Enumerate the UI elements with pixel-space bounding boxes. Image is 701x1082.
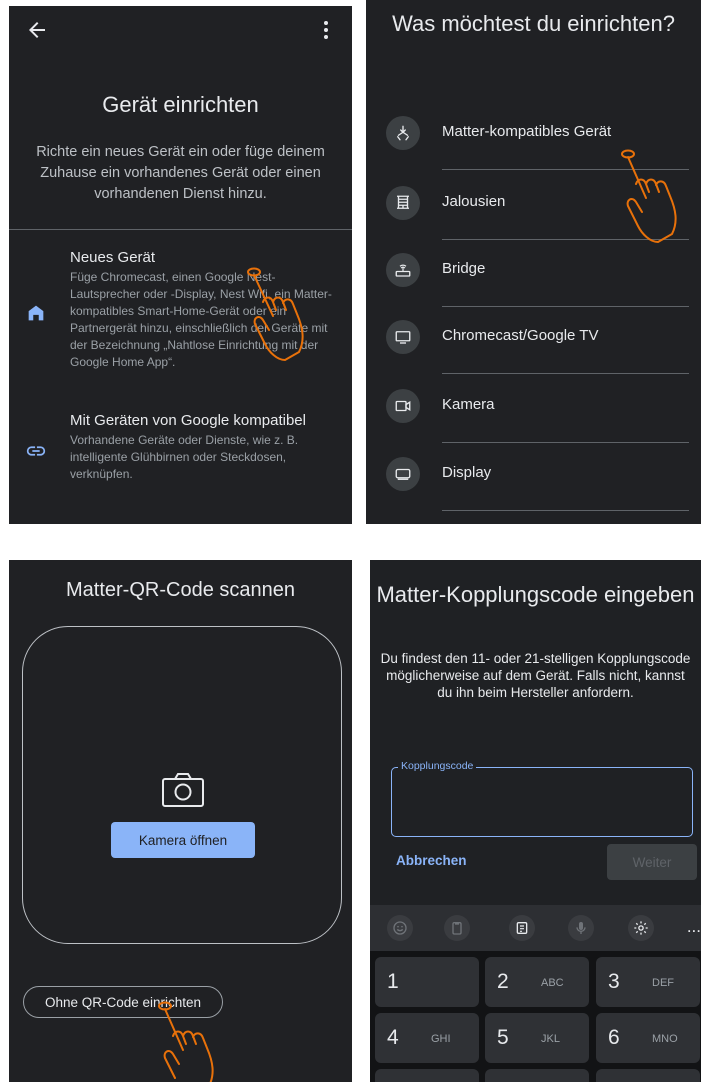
list-item-bridge[interactable]: Bridge [386, 240, 689, 307]
page-subtitle: Richte ein neues Gerät ein oder füge dei… [36, 144, 325, 202]
key-4[interactable]: 4 GHI [375, 1013, 479, 1063]
page-title: Matter-QR-Code scannen [66, 579, 295, 601]
pairing-code-field[interactable]: Kopplungscode [391, 760, 693, 837]
display-icon [386, 457, 420, 491]
option-title: Mit Geräten von Google kompatibel [70, 412, 306, 429]
blinds-icon [386, 186, 420, 220]
list-item-label: Chromecast/Google TV [442, 327, 599, 344]
key-letters: ABC [541, 977, 564, 989]
list-item-label: Display [442, 464, 492, 481]
list-item-chromecast[interactable]: Chromecast/Google TV [386, 307, 689, 374]
divider [9, 229, 352, 230]
page-description: Du findest den 11- oder 21-stelligen Kop… [380, 651, 691, 700]
key-number: 1 [387, 970, 399, 993]
divider [442, 373, 689, 374]
key-row-partial[interactable] [596, 1069, 700, 1082]
hand-pointer-icon [247, 267, 304, 361]
key-letters: DEF [652, 977, 674, 989]
more-options-icon[interactable]: ... [687, 917, 701, 937]
keyboard-toolbar: ... [370, 905, 701, 951]
settings-icon[interactable] [628, 915, 654, 941]
option-description: Vorhandene Geräte oder Dienste, wie z. B… [70, 433, 299, 481]
numeric-keyboard: 1 2 ABC 3 DEF 4 GHI 5 JKL 6 MNO [370, 951, 701, 1082]
key-letters: MNO [652, 1033, 678, 1045]
field-label: Kopplungscode [398, 760, 477, 772]
clipboard-icon[interactable] [444, 915, 470, 941]
option-works-with-google[interactable]: Mit Geräten von Google kompatibel Vorhan… [70, 412, 338, 483]
page-title: Was möchtest du einrichten? [392, 11, 675, 36]
emoji-icon[interactable] [387, 915, 413, 941]
more-options-icon[interactable] [314, 18, 338, 42]
qr-scan-screen: Matter-QR-Code scannen Kamera öffnen Ohn… [9, 560, 352, 1082]
camera-icon [386, 389, 420, 423]
list-item-label: Bridge [442, 260, 486, 277]
key-5[interactable]: 5 JKL [485, 1013, 589, 1063]
home-icon [28, 305, 44, 321]
tv-icon [386, 320, 420, 354]
matter-icon [386, 116, 420, 150]
list-item-camera[interactable]: Kamera [386, 376, 689, 443]
hand-pointer-icon [158, 1001, 214, 1082]
key-row-partial[interactable] [375, 1069, 479, 1082]
hand-pointer-icon [621, 149, 677, 243]
key-number: 5 [497, 1026, 509, 1049]
cancel-button[interactable]: Abbrechen [396, 853, 467, 868]
key-row-partial[interactable] [485, 1069, 589, 1082]
divider [442, 442, 689, 443]
key-3[interactable]: 3 DEF [596, 957, 700, 1007]
list-item-display[interactable]: Display [386, 444, 689, 511]
key-number: 6 [608, 1026, 620, 1049]
back-arrow-icon[interactable] [25, 18, 49, 42]
key-letters: GHI [431, 1033, 451, 1045]
router-icon [386, 253, 420, 287]
key-2[interactable]: 2 ABC [485, 957, 589, 1007]
key-6[interactable]: 6 MNO [596, 1013, 700, 1063]
list-item-label: Kamera [442, 396, 495, 413]
divider [442, 510, 689, 511]
list-item-label: Jalousien [442, 193, 506, 210]
microphone-icon[interactable] [568, 915, 594, 941]
open-camera-button[interactable]: Kamera öffnen [111, 822, 255, 858]
link-icon [26, 446, 46, 456]
next-button[interactable]: Weiter [607, 844, 697, 880]
key-1[interactable]: 1 [375, 957, 479, 1007]
device-setup-screen: Gerät einrichten Richte ein neues Gerät … [9, 6, 352, 524]
list-item-label: Matter-kompatibles Gerät [442, 123, 612, 140]
camera-icon [162, 773, 204, 807]
key-number: 4 [387, 1026, 399, 1049]
key-number: 3 [608, 970, 620, 993]
pairing-code-screen: Matter-Kopplungscode eingeben Du findest… [370, 560, 701, 1082]
key-number: 2 [497, 970, 509, 993]
page-title: Gerät einrichten [102, 92, 259, 117]
page-title: Matter-Kopplungscode eingeben [376, 582, 695, 607]
device-type-screen: Was möchtest du einrichten? Matter-kompa… [366, 0, 701, 524]
text-edit-icon[interactable] [509, 915, 535, 941]
key-letters: JKL [541, 1033, 560, 1045]
